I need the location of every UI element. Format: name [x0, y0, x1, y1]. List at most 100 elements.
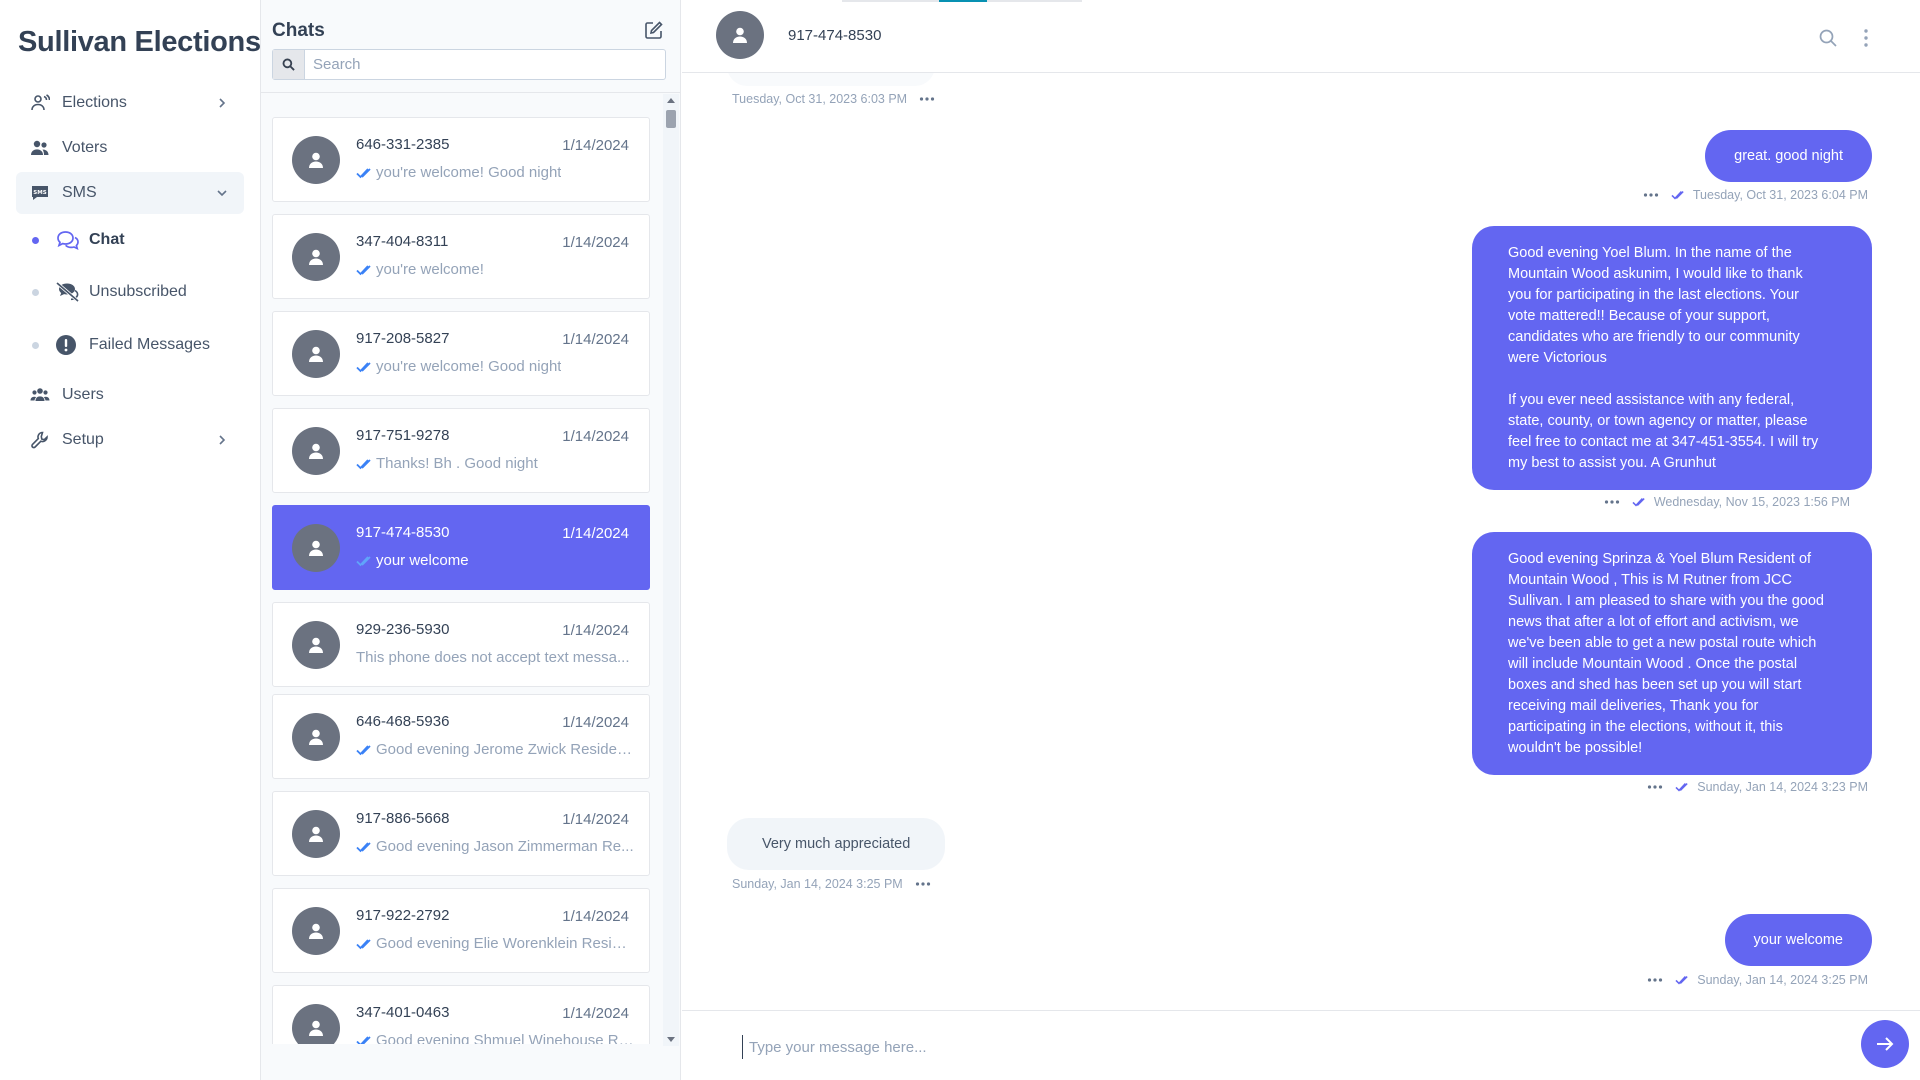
chat-row[interactable]: 347-404-8311 1/14/2024 you're welcome! — [272, 214, 650, 299]
chat-row[interactable]: 917-208-5827 1/14/2024 you're welcome! G… — [272, 311, 650, 396]
nav-item-voters[interactable]: Voters — [16, 127, 244, 169]
more-dots-icon[interactable] — [919, 96, 935, 102]
double-check-icon — [356, 555, 371, 566]
contact-phone: 917-474-8530 — [788, 27, 882, 44]
nav-item-setup[interactable]: Setup — [16, 419, 244, 461]
chevron-right-icon — [219, 435, 226, 445]
more-dots-icon[interactable] — [1604, 499, 1620, 505]
preview-text: Thanks! Bh . Good night — [376, 455, 538, 472]
sidebar-item-label: Unsubscribed — [89, 283, 187, 300]
message-meta: Sunday, Jan 14, 2024 3:25 PM — [732, 877, 943, 891]
double-check-icon — [1675, 976, 1688, 985]
chat-row[interactable]: 646-331-2385 1/14/2024 you're welcome! G… — [272, 117, 650, 202]
scroll-up-arrow[interactable] — [667, 98, 675, 103]
message-time: Tuesday, Oct 31, 2023 6:04 PM — [1692, 188, 1868, 202]
double-check-icon — [356, 841, 371, 852]
message-bubble-incoming: Very much appreciated — [727, 818, 946, 870]
nav-item-elections[interactable]: Elections — [16, 82, 244, 124]
kebab-menu-icon[interactable] — [1862, 28, 1870, 48]
nav-item-sms[interactable]: SMS SMS — [16, 172, 244, 214]
chat-row[interactable]: 917-751-9278 1/14/2024 Thanks! Bh . Good… — [272, 408, 650, 493]
chat-date: 1/14/2024 — [562, 331, 629, 348]
chat-date: 1/14/2024 — [562, 525, 629, 542]
chat-preview: Thanks! Bh . Good night — [356, 455, 634, 472]
sidebar-item-chat[interactable]: Chat — [32, 222, 125, 258]
chat-row[interactable]: 646-468-5936 1/14/2024 Good evening Jero… — [272, 694, 650, 779]
chat-phone: 646-331-2385 — [356, 136, 450, 153]
preview-text: you're welcome! Good night — [376, 358, 562, 375]
sidebar: Sullivan Elections Elections Voters SMS … — [0, 0, 261, 1080]
message-meta: Sunday, Jan 14, 2024 3:23 PM — [1635, 780, 1868, 794]
avatar — [292, 427, 340, 475]
message-time: Sunday, Jan 14, 2024 3:23 PM — [1697, 780, 1868, 794]
message-meta: Tuesday, Oct 31, 2023 6:03 PM — [732, 92, 947, 106]
chat-row[interactable]: 917-886-5668 1/14/2024 Good evening Jaso… — [272, 791, 650, 876]
message-meta: Sunday, Jan 14, 2024 3:25 PM — [1635, 973, 1868, 987]
double-check-icon — [356, 167, 371, 178]
double-check-icon — [1671, 191, 1684, 200]
chat-icon — [55, 229, 81, 251]
message-time: Sunday, Jan 14, 2024 3:25 PM — [732, 877, 903, 891]
avatar — [292, 713, 340, 761]
compose-icon[interactable] — [644, 20, 664, 40]
nav-item-users[interactable]: Users — [16, 374, 244, 416]
chat-preview: This phone does not accept text messa... — [356, 649, 634, 666]
sms-icon: SMS — [30, 183, 50, 203]
chat-preview: you're welcome! Good night — [356, 164, 634, 181]
chat-preview: your welcome — [356, 552, 634, 569]
chat-row[interactable]: 917-922-2792 1/14/2024 Good evening Elie… — [272, 888, 650, 973]
search-box — [272, 49, 666, 80]
chat-preview: Good evening Jerome Zwick Residen... — [356, 741, 634, 758]
search-icon[interactable] — [273, 50, 305, 79]
double-check-icon — [356, 938, 371, 949]
nav-label: Voters — [62, 139, 108, 156]
chat-phone: 917-922-2792 — [356, 907, 450, 924]
chat-row[interactable]: 929-236-5930 1/14/2024 This phone does n… — [272, 602, 650, 687]
nav-label: Users — [62, 386, 104, 403]
sidebar-item-unsubscribed[interactable]: Unsubscribed — [32, 274, 187, 310]
message-bubble-outgoing: your welcome — [1724, 914, 1872, 966]
sidebar-item-label: Failed Messages — [89, 336, 210, 353]
chat-list-panel: Chats 646-331-2385 1/14/2024 you're welc… — [261, 0, 681, 1080]
unsubscribed-icon — [55, 281, 81, 303]
search-icon[interactable] — [1818, 28, 1838, 48]
search-input[interactable] — [305, 50, 665, 79]
preview-text: Good evening Elie Worenklein Reside... — [376, 935, 634, 952]
chat-date: 1/14/2024 — [562, 137, 629, 154]
avatar — [292, 330, 340, 378]
brand-title: Sullivan Elections — [18, 26, 261, 58]
chat-list-scrollbar[interactable] — [663, 94, 679, 1046]
conversation-header: 917-474-8530 — [682, 0, 1920, 73]
message-meta: Wednesday, Nov 15, 2023 1:56 PM — [1592, 495, 1850, 509]
double-check-icon — [356, 264, 371, 275]
avatar — [292, 810, 340, 858]
active-tab-indicator — [939, 0, 987, 2]
message-meta: Tuesday, Oct 31, 2023 6:04 PM — [1631, 188, 1868, 202]
chat-row[interactable]: 347-401-0463 1/14/2024 Good evening Shmu… — [272, 985, 650, 1044]
bullet-dot — [32, 341, 39, 349]
more-dots-icon[interactable] — [915, 881, 931, 887]
more-dots-icon[interactable] — [1647, 977, 1663, 983]
more-dots-icon[interactable] — [1643, 192, 1659, 198]
avatar — [292, 524, 340, 572]
double-check-icon — [356, 744, 371, 755]
chat-phone: 646-468-5936 — [356, 713, 450, 730]
message-input[interactable] — [742, 1035, 1792, 1059]
bullet-dot — [32, 288, 39, 296]
avatar — [292, 621, 340, 669]
users-icon — [30, 385, 50, 405]
message-time: Sunday, Jan 14, 2024 3:25 PM — [1697, 973, 1868, 987]
voters-icon — [30, 138, 50, 158]
chat-rows: 646-331-2385 1/14/2024 you're welcome! G… — [272, 117, 650, 1044]
scroll-thumb[interactable] — [666, 110, 676, 128]
send-button[interactable] — [1861, 1020, 1909, 1068]
scroll-down-arrow[interactable] — [667, 1037, 675, 1042]
top-tab-indicator — [842, 0, 1082, 2]
wrench-icon — [30, 430, 50, 450]
chat-row-selected[interactable]: 917-474-8530 1/14/2024 your welcome — [272, 505, 650, 590]
chat-phone: 917-208-5827 — [356, 330, 450, 347]
more-dots-icon[interactable] — [1647, 784, 1663, 790]
sidebar-item-failed-messages[interactable]: Failed Messages — [32, 327, 210, 363]
preview-text: Good evening Jerome Zwick Residen... — [376, 741, 634, 758]
sidebar-item-label: Chat — [89, 231, 125, 248]
